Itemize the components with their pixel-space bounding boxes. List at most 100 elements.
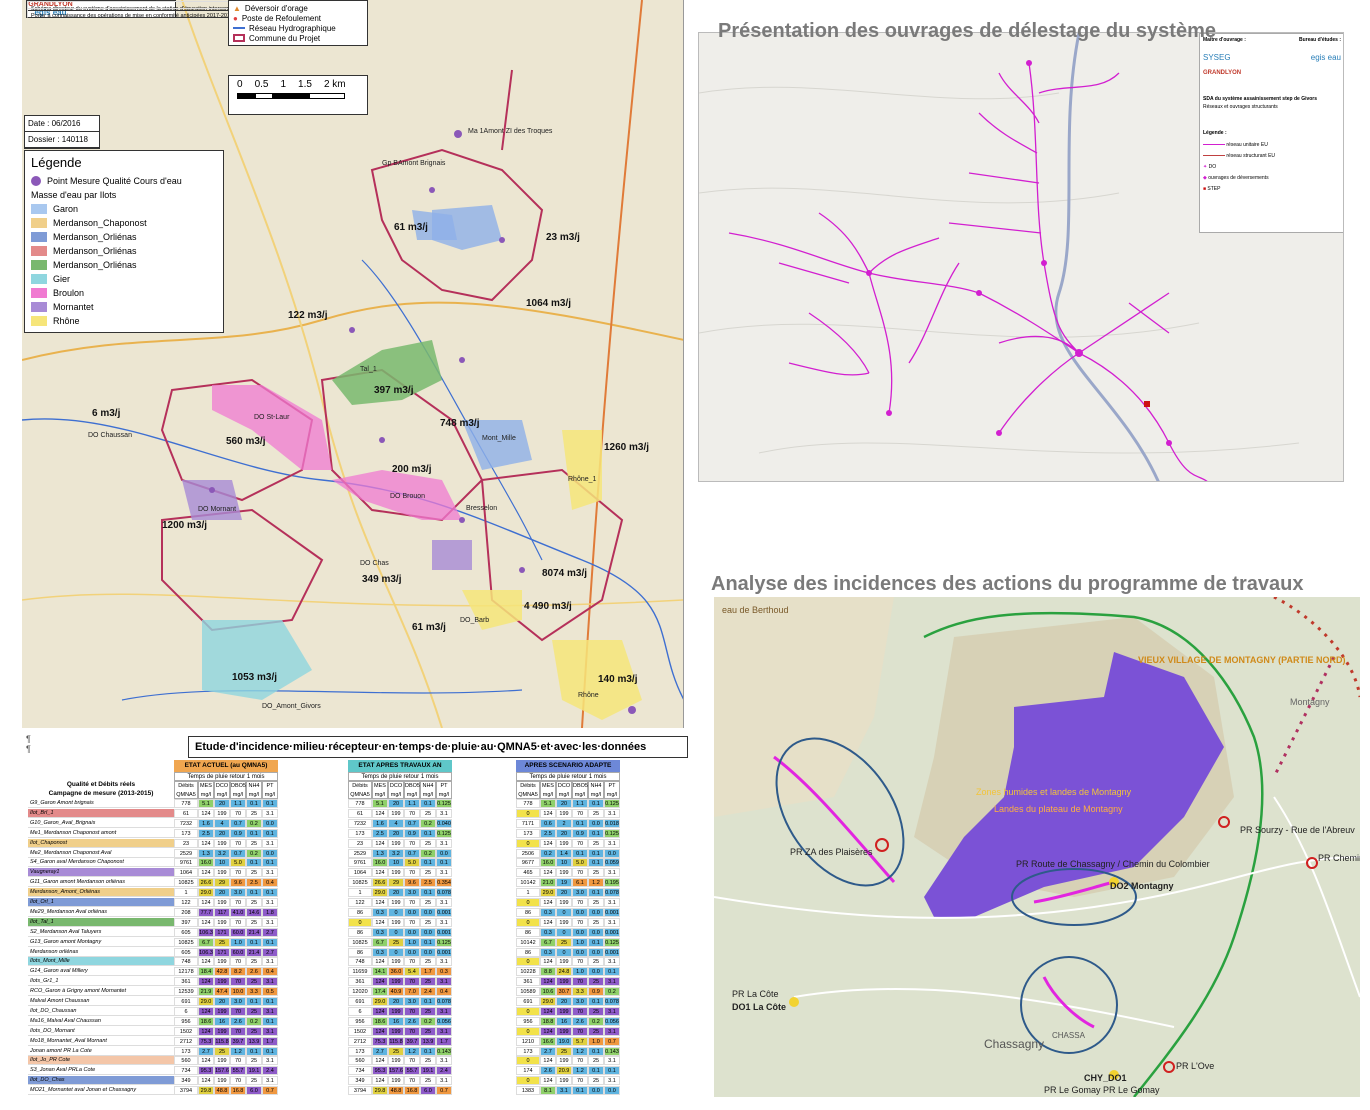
- table-cell: 748: [174, 957, 198, 967]
- table-cell: 173: [174, 1046, 198, 1056]
- table-cell: 0.3: [372, 927, 388, 937]
- table-cell: 691: [516, 997, 540, 1006]
- table-cell: 25: [588, 1006, 604, 1016]
- table-cell: 0.125: [604, 828, 620, 838]
- table-cell: 2712: [174, 1036, 198, 1046]
- legend-point-row: Point Mesure Qualité Cours d'eau: [31, 174, 217, 188]
- table-cell: 19.0: [556, 1036, 572, 1046]
- table-cell: 1.2: [404, 1046, 420, 1056]
- table-cell: 0.1: [262, 799, 278, 808]
- table-title: Etude·d'incidence·milieu·récepteur·en·te…: [188, 736, 688, 758]
- table-cell: 199: [556, 1026, 572, 1036]
- table-cell: 0.3: [540, 907, 556, 917]
- table-column-header: Débits QMNA5 m³/j: [174, 781, 198, 807]
- label-zones-humides: Zones humides et landes de Montagny: [976, 787, 1132, 797]
- table-cell: 0.1: [420, 997, 436, 1006]
- table-cell: 12178: [174, 967, 198, 977]
- table-cell: 2.6: [540, 1066, 556, 1076]
- table-cell: 5.7: [572, 1036, 588, 1046]
- table-cell: 86: [516, 947, 540, 957]
- table-cell: 1.4: [556, 848, 572, 858]
- legend-item: Broulon: [31, 286, 217, 300]
- table-cell: 10.0: [230, 987, 246, 997]
- table-cell: 1.3: [372, 848, 388, 858]
- table-cell: 0.9: [404, 828, 420, 838]
- table-cell: 6.7: [540, 937, 556, 947]
- table-cell: 1064: [174, 868, 198, 878]
- table-cell: 0.1: [262, 858, 278, 868]
- table-row-label: G9_Garon Amont brignais: [28, 799, 174, 808]
- table-cell: 48.8: [214, 1086, 230, 1096]
- table-cell: 199: [214, 838, 230, 848]
- table-cell: 25: [420, 1026, 436, 1036]
- flow-label: 61 m3/j: [394, 222, 428, 233]
- table-cell: 6.0: [420, 1086, 436, 1096]
- table-cell: 0.1: [572, 1086, 588, 1096]
- incidence-table: ¶ ¶ Etude·d'incidence·milieu·récepteur·e…: [22, 730, 688, 1110]
- legend-subtitle: Masse d'eau par Ilots: [31, 190, 117, 200]
- table-cell: 3.1: [604, 808, 620, 818]
- table-cell: 2.5: [420, 878, 436, 888]
- table-cell: 0.5: [262, 987, 278, 997]
- table-cell: 0.0: [588, 947, 604, 957]
- table-cell: 29.0: [540, 888, 556, 898]
- table-cell: 41.0: [230, 907, 246, 917]
- table-cell: 3.1: [604, 1056, 620, 1066]
- table-cell: 9761: [348, 858, 372, 868]
- table-row-label: Ilots_Mont_Mille: [28, 957, 174, 967]
- table-cell: 1.0: [404, 937, 420, 947]
- table-cell: 0.0: [420, 927, 436, 937]
- table-cell: 124: [540, 808, 556, 818]
- table-cell: 0.3: [436, 967, 452, 977]
- table-cell: 3.1: [436, 1026, 452, 1036]
- place-label: DO_Barb: [460, 617, 490, 624]
- table-cell: 48.8: [388, 1086, 404, 1096]
- table-cell: 3.1: [436, 898, 452, 907]
- table-cell: 2.4: [436, 1066, 452, 1076]
- legend-item: Gier: [31, 272, 217, 286]
- table-cell: 86: [348, 947, 372, 957]
- table-cell: 1: [516, 888, 540, 898]
- place-label: DO Chaussan: [88, 432, 132, 439]
- table-cell: 6.0: [246, 1086, 262, 1096]
- table-cell: 10: [556, 858, 572, 868]
- table-cell: 3.1: [436, 957, 452, 967]
- table-column-header: NH4 mg/l: [246, 781, 262, 799]
- table-cell: 0.1: [420, 828, 436, 838]
- table-group-header: ETAT APRES TRAVAUX AN BOPES: [348, 760, 452, 781]
- table-cell: 3.1: [262, 957, 278, 967]
- label-pr-gomay: PR Le Gomay PR Le Gomay: [1044, 1085, 1160, 1095]
- table-cell: 171: [214, 947, 230, 957]
- flow-label: 397 m3/j: [374, 385, 414, 396]
- table-cell: 173: [174, 828, 198, 838]
- table-cell: 124: [372, 1026, 388, 1036]
- syseg-logo: SYSEG: [1203, 53, 1231, 62]
- table-cell: 70: [572, 1056, 588, 1066]
- table-cell: 75.3: [198, 1036, 214, 1046]
- table-cell: 0.1: [604, 967, 620, 977]
- table-cell: 0.1: [588, 997, 604, 1006]
- reseaux-subtitle: Réseaux et ouvrages structurants: [1203, 104, 1278, 110]
- table-cell: 124: [540, 1006, 556, 1016]
- table-cell: 16.6: [540, 1036, 556, 1046]
- table-cell: 0.0: [404, 947, 420, 957]
- table-cell: 560: [174, 1056, 198, 1066]
- table-cell: 7.0: [404, 987, 420, 997]
- table-cell: 2529: [348, 848, 372, 858]
- table-cell: 0.1: [246, 997, 262, 1006]
- table-cell: 173: [348, 828, 372, 838]
- table-cell: 61: [174, 808, 198, 818]
- table-cell: 3.3: [572, 987, 588, 997]
- table-cell: 1.7: [436, 1036, 452, 1046]
- table-cell: 14.6: [246, 907, 262, 917]
- table-cell: 10825: [174, 878, 198, 888]
- table-cell: 70: [572, 868, 588, 878]
- table-cell: 70: [230, 1006, 246, 1016]
- table-cell: 0.056: [436, 1016, 452, 1026]
- table-cell: 3.1: [262, 977, 278, 987]
- table-cell: 0.001: [436, 927, 452, 937]
- table-cell: 2.6: [572, 1016, 588, 1026]
- place-label: Gp BAmont Brignais: [382, 160, 446, 167]
- table-cell: 0.125: [436, 828, 452, 838]
- table-cell: 199: [556, 868, 572, 878]
